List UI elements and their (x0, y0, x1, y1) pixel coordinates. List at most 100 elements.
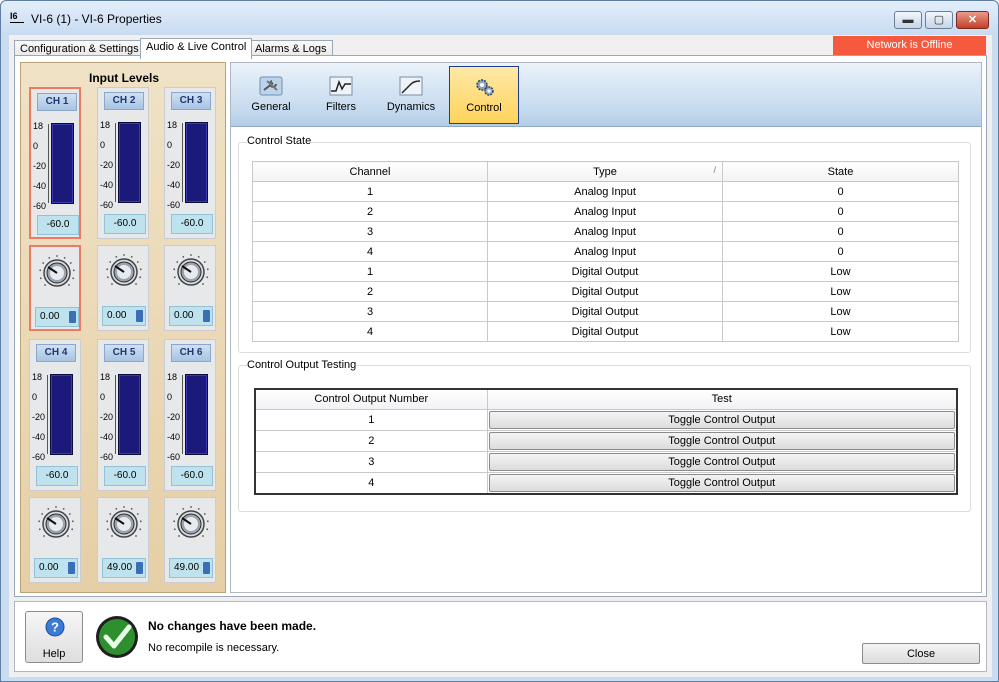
table-row: 1 Toggle Control Output (254, 408, 958, 431)
channel-label[interactable]: CH 4 (36, 344, 76, 362)
gain-input[interactable]: 0.00 (102, 306, 146, 326)
cell-channel: 3 (252, 301, 488, 322)
title-bar[interactable]: I6 VI-6 (1) - VI-6 Properties ▬ ▢ ✕ (1, 1, 998, 35)
toggle-control-output-button[interactable]: Toggle Control Output (488, 452, 955, 471)
gain-knob-icon[interactable] (173, 506, 209, 542)
gain-knob-icon[interactable] (173, 254, 209, 290)
spinner-icon[interactable] (203, 310, 210, 322)
gain-knob-icon[interactable] (39, 255, 75, 291)
table-row[interactable]: 1 Digital Output Low (252, 261, 959, 282)
tab-audio-live-control[interactable]: Audio & Live Control (140, 38, 253, 59)
status-message-title: No changes have been made. (148, 619, 317, 633)
control-content-panel: General Filters Dynamics Control Control… (230, 62, 982, 593)
toggle-control-output-button[interactable]: Toggle Control Output (488, 473, 955, 492)
column-header-output-number[interactable]: Control Output Number (254, 388, 488, 410)
cell-type: Digital Output (487, 281, 723, 302)
level-readout: -60.0 (171, 214, 213, 234)
help-button[interactable]: ? Help (25, 611, 83, 663)
control-output-testing-title: Control Output Testing (247, 359, 357, 371)
level-meter (115, 122, 141, 203)
table-row[interactable]: 4 Digital Output Low (252, 321, 959, 342)
close-window-button[interactable]: ✕ (956, 11, 989, 29)
minimize-button[interactable]: ▬ (894, 11, 922, 29)
gears-icon (476, 79, 494, 96)
control-state-table: Channel Type / State 1 Analog Input 0 2 Analo… (252, 161, 959, 342)
cell-state: Low (722, 301, 959, 322)
level-meter (47, 374, 73, 455)
channel-level-strip[interactable]: CH 1 18 0 -20 -40 -60 -60.0 (29, 87, 81, 239)
cell-state: Low (722, 321, 959, 342)
sort-indicator-icon: / (713, 165, 716, 175)
gain-value: 0.00 (174, 310, 194, 321)
table-row: 4 Toggle Control Output (254, 471, 958, 494)
cell-test: Toggle Control Output (486, 408, 958, 431)
help-icon: ? (45, 617, 65, 637)
table-row[interactable]: 3 Analog Input 0 (252, 221, 959, 242)
column-header-type-label: Type (593, 165, 617, 178)
close-button[interactable]: Close (862, 643, 980, 664)
channel-label[interactable]: CH 1 (37, 93, 77, 111)
spinner-icon[interactable] (68, 562, 75, 574)
table-row[interactable]: 1 Analog Input 0 (252, 181, 959, 202)
toggle-control-output-button[interactable]: Toggle Control Output (488, 431, 955, 450)
toolbar-control-button[interactable]: Control (449, 66, 519, 124)
table-row[interactable]: 2 Digital Output Low (252, 281, 959, 302)
toolbar-general-button[interactable]: General (236, 66, 306, 124)
toolbar-dynamics-button[interactable]: Dynamics (376, 66, 446, 124)
cell-type: Analog Input (487, 241, 723, 262)
spinner-icon[interactable] (136, 562, 143, 574)
column-header-test[interactable]: Test (486, 388, 958, 410)
toolbar-filters-button[interactable]: Filters (306, 66, 376, 124)
toggle-control-output-button[interactable]: Toggle Control Output (488, 410, 955, 429)
gain-value: 0.00 (40, 311, 60, 322)
channel-level-strip[interactable]: CH 2 18 0 -20 -40 -60 -60.0 (97, 87, 149, 239)
channel-gain-strip: 0.00 (164, 245, 216, 331)
gain-value: 0.00 (107, 310, 127, 321)
channel-label[interactable]: CH 2 (104, 92, 144, 110)
table-row[interactable]: 2 Analog Input 0 (252, 201, 959, 222)
channel-label[interactable]: CH 3 (171, 92, 211, 110)
level-meter (48, 123, 74, 204)
cell-type: Analog Input (487, 221, 723, 242)
channel-gain-strip: 49.00 (164, 497, 216, 583)
channel-level-strip[interactable]: CH 6 18 0 -20 -40 -60 -60.0 (164, 339, 216, 491)
gain-input[interactable]: 0.00 (35, 307, 79, 327)
spinner-icon[interactable] (136, 310, 143, 322)
channel-level-strip[interactable]: CH 5 18 0 -20 -40 -60 -60.0 (97, 339, 149, 491)
audio-live-control-page: Input Levels CH 1 18 0 -20 -40 -60 -60.0 0.00 C… (14, 55, 987, 597)
gain-input[interactable]: 0.00 (34, 558, 78, 578)
table-row[interactable]: 3 Digital Output Low (252, 301, 959, 322)
cell-type: Digital Output (487, 261, 723, 282)
table-row[interactable]: 4 Analog Input 0 (252, 241, 959, 262)
gain-knob-icon[interactable] (38, 506, 74, 542)
cell-state: 0 (722, 201, 959, 222)
help-label: Help (42, 648, 66, 660)
svg-text:?: ? (51, 620, 59, 635)
cell-output-number: 2 (254, 429, 488, 452)
gain-input[interactable]: 0.00 (169, 306, 213, 326)
channel-level-strip[interactable]: CH 4 18 0 -20 -40 -60 -60.0 (29, 339, 81, 491)
channel-level-strip[interactable]: CH 3 18 0 -20 -40 -60 -60.0 (164, 87, 216, 239)
column-header-state[interactable]: State (722, 161, 959, 182)
gain-input[interactable]: 49.00 (102, 558, 146, 578)
cell-output-number: 3 (254, 450, 488, 473)
status-message-subtitle: No recompile is necessary. (148, 642, 280, 654)
level-meter (182, 122, 208, 203)
channel-gain-strip: 0.00 (29, 245, 81, 331)
spinner-icon[interactable] (69, 311, 76, 323)
maximize-button[interactable]: ▢ (925, 11, 953, 29)
column-header-channel[interactable]: Channel (252, 161, 488, 182)
cell-output-number: 1 (254, 408, 488, 431)
dynamics-curve-icon (399, 76, 423, 96)
spinner-icon[interactable] (203, 562, 210, 574)
gain-input[interactable]: 49.00 (169, 558, 213, 578)
filter-curve-icon (329, 76, 353, 96)
gain-knob-icon[interactable] (106, 506, 142, 542)
column-header-type[interactable]: Type / (487, 161, 723, 182)
input-levels-title: Input Levels (88, 71, 159, 85)
gain-knob-icon[interactable] (106, 254, 142, 290)
cell-type: Analog Input (487, 181, 723, 202)
channel-label[interactable]: CH 5 (104, 344, 144, 362)
cell-channel: 3 (252, 221, 488, 242)
channel-label[interactable]: CH 6 (171, 344, 211, 362)
